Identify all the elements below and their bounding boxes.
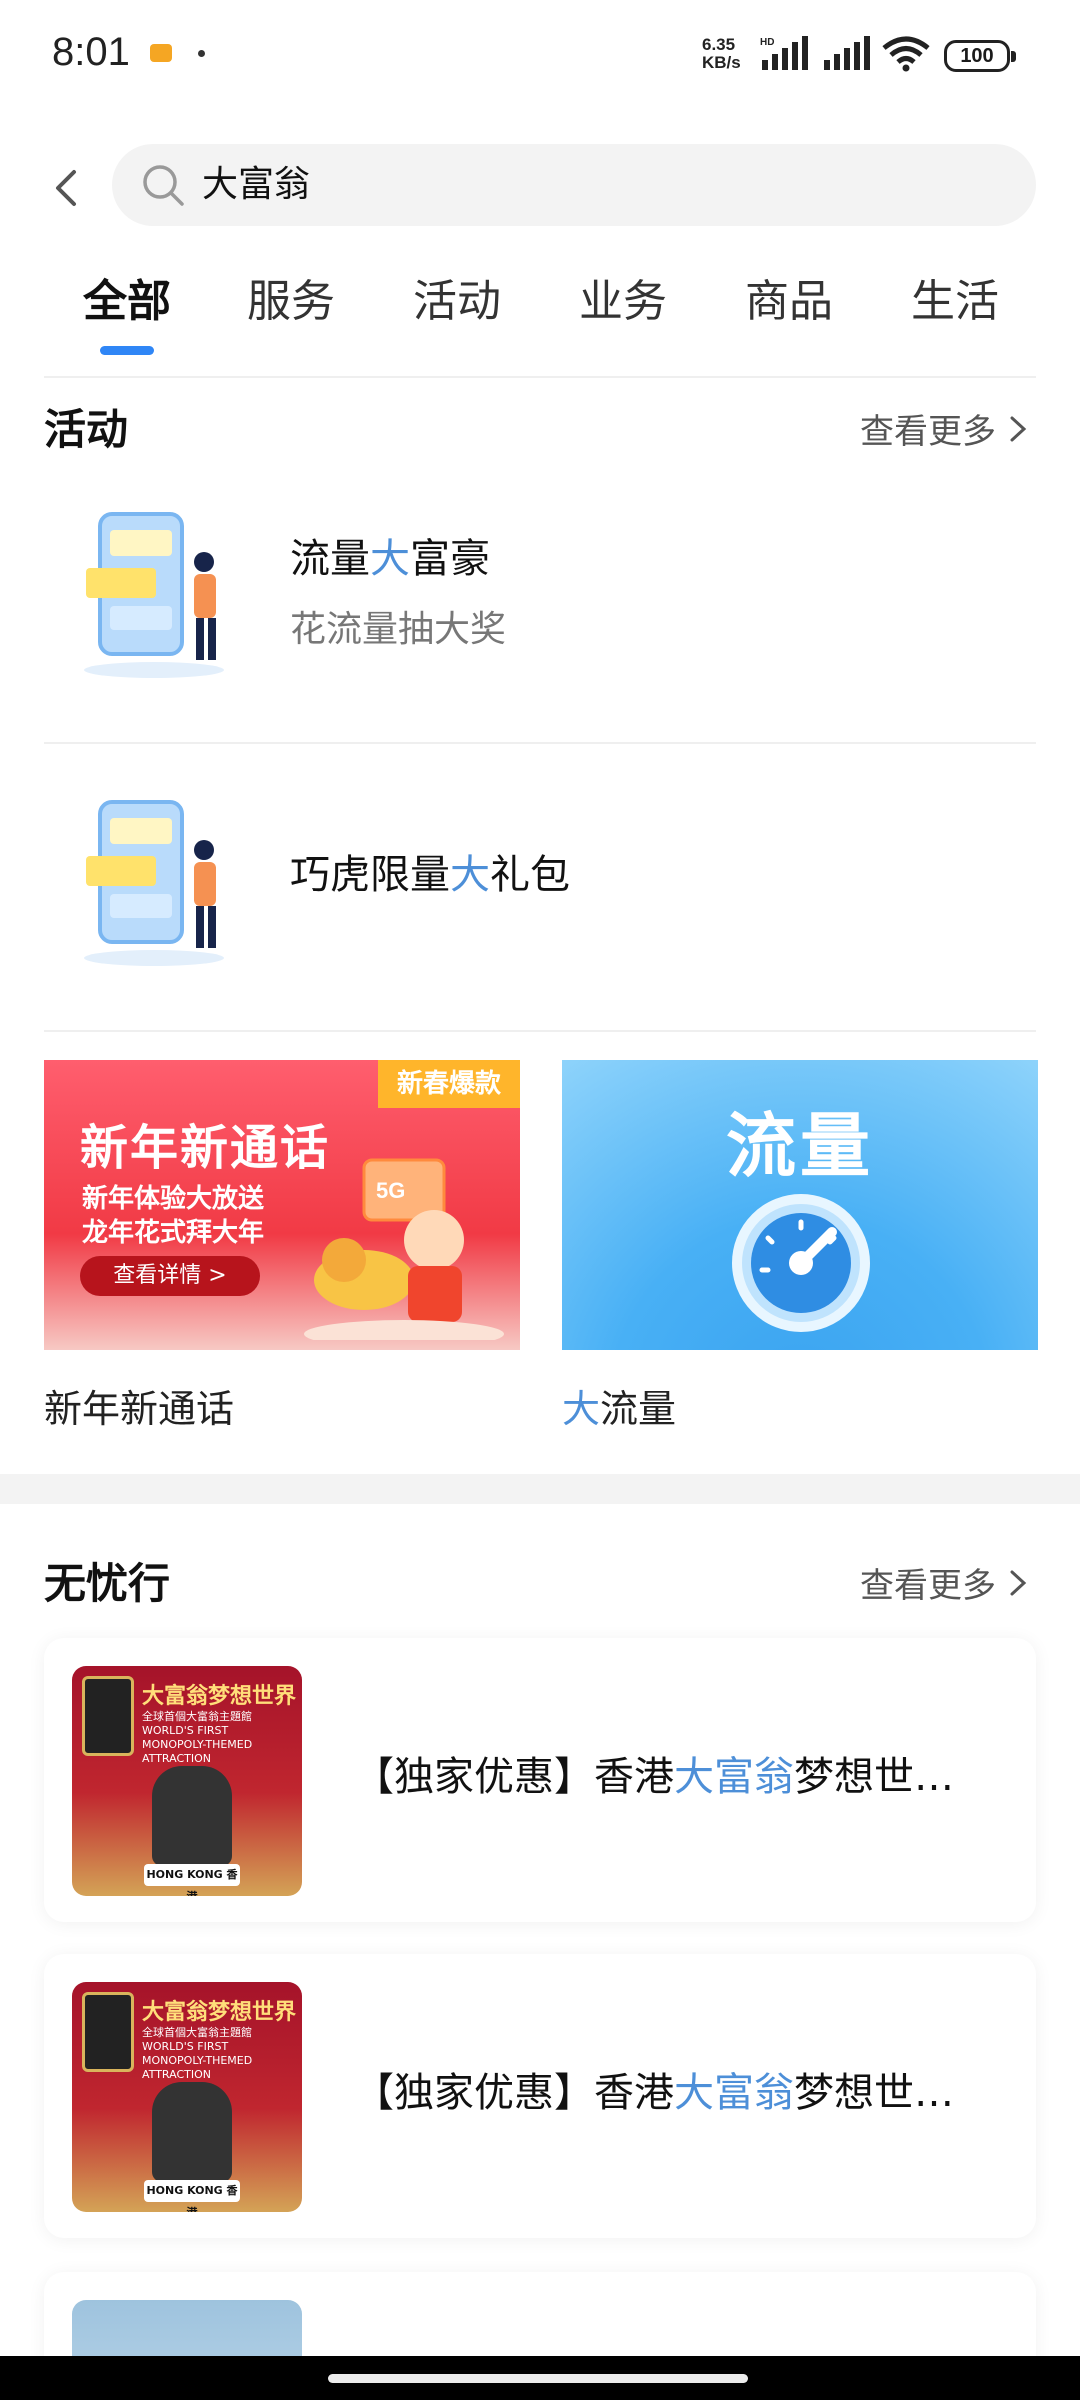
tab-all[interactable]: 全部	[72, 262, 182, 342]
thumb-title: 大富翁梦想世界	[142, 2000, 297, 2025]
thumb-sub-line: 全球首個大富翁主題館	[142, 1710, 252, 1723]
monopoly-logo-icon	[82, 1676, 134, 1756]
activity-subtitle: 花流量抽大奖	[290, 609, 507, 650]
svg-text:5G: 5G	[376, 1178, 405, 1203]
title-text: 巧虎限量	[290, 852, 450, 898]
thumb-sub-line: MONOPOLY-THEMED ATTRACTION	[142, 1738, 253, 1765]
caption-highlight: 大	[562, 1387, 601, 1431]
monopoly-thumbnail: 大富翁梦想世界 全球首個大富翁主題館 WORLD'S FIRST MONOPOLY-…	[72, 1666, 302, 1896]
title-text: 礼包	[490, 852, 570, 898]
title-text: 梦想世…	[794, 2070, 954, 2116]
monopoly-logo-icon	[82, 1992, 134, 2072]
active-tab-indicator	[100, 346, 154, 355]
monopoly-thumbnail: 大富翁梦想世界 全球首個大富翁主題館 WORLD'S FIRST MONOPOLY-…	[72, 1982, 302, 2212]
view-more-label: 查看更多	[860, 1566, 996, 1606]
banner-caption-new-year-call[interactable]: 新年新通话	[44, 1378, 234, 1433]
wifi-icon	[882, 36, 930, 72]
activity-item-traffic-rich[interactable]: 流量大富豪 花流量抽大奖	[44, 460, 1036, 746]
chevron-right-icon	[1010, 1570, 1027, 1595]
banner-headline: 新年新通话	[80, 1120, 331, 1176]
banner-traffic[interactable]: 流量	[562, 1060, 1038, 1350]
thumb-badge: HONG KONG 香港	[144, 1864, 240, 1896]
title-text: 【独家优惠】香港	[354, 2070, 674, 2116]
banner-line-2: 龙年花式拜大年	[82, 1218, 265, 1248]
battery-icon: 100	[944, 40, 1016, 72]
thumb-sub-line: WORLD'S FIRST	[142, 1724, 229, 1737]
tab-life[interactable]: 生活	[900, 262, 1010, 342]
product-title: 【独家优惠】香港大富翁梦想世…	[354, 2060, 954, 2118]
title-highlight: 大富翁	[674, 1754, 794, 1800]
phone-illustration-icon	[84, 800, 224, 966]
title-text: 梦想世…	[794, 1754, 954, 1800]
dragon-mascot-icon: 5G	[304, 1158, 504, 1340]
travel-view-more-link[interactable]: 查看更多	[860, 1558, 1030, 1607]
product-card-monopoly-1[interactable]: 大富翁梦想世界 全球首個大富翁主題館 WORLD'S FIRST MONOPOLY-…	[44, 1638, 1036, 1922]
banner-headline: 流量	[726, 1105, 874, 1187]
title-highlight: 大	[450, 852, 490, 898]
chevron-right-icon	[1010, 416, 1027, 441]
search-input[interactable]	[202, 144, 962, 226]
travel-section-title: 无忧行	[44, 1559, 171, 1608]
view-more-label: 查看更多	[860, 412, 996, 452]
hot-tag-badge: 新春爆款	[378, 1060, 520, 1108]
thumb-subtitle: 全球首個大富翁主題館 WORLD'S FIRST MONOPOLY-THEMED A…	[142, 1710, 302, 1766]
tabs-divider	[44, 376, 1036, 378]
activity-section-title: 活动	[44, 405, 129, 454]
notification-dot-icon	[198, 50, 205, 57]
title-text: 流量	[290, 536, 370, 582]
list-divider	[44, 742, 1036, 744]
network-speed-unit: KB/s	[702, 53, 741, 72]
network-speed: 6.35 KB/s	[702, 36, 741, 72]
signal-strength-icon: HD	[760, 36, 808, 70]
activity-item-qiaohu-gift[interactable]: 巧虎限量大礼包	[44, 748, 1036, 1034]
product-card-monopoly-2[interactable]: 大富翁梦想世界 全球首個大富翁主題館 WORLD'S FIRST MONOPOLY-…	[44, 1954, 1036, 2238]
tab-business[interactable]: 业务	[568, 262, 678, 342]
status-time: 8:01	[52, 30, 130, 74]
taobao-notification-icon	[150, 44, 172, 62]
banner-line-1: 新年体验大放送	[82, 1184, 265, 1214]
thumb-title: 大富翁梦想世界	[142, 1684, 297, 1709]
home-indicator[interactable]	[328, 2374, 748, 2383]
banner-new-year-call[interactable]: 新春爆款 新年新通话 新年体验大放送 龙年花式拜大年 查看详情 > 5G	[44, 1060, 520, 1350]
banner-caption-traffic[interactable]: 大流量	[562, 1378, 676, 1433]
caption-text: 流量	[600, 1387, 677, 1431]
tab-services[interactable]: 服务	[236, 262, 346, 342]
activity-view-more-link[interactable]: 查看更多	[860, 404, 1030, 453]
network-speed-value: 6.35	[702, 35, 736, 54]
list-divider	[44, 1030, 1036, 1032]
search-bar[interactable]	[112, 144, 1036, 226]
activity-title: 流量大富豪	[290, 526, 490, 584]
product-title: 【独家优惠】香港大富翁梦想世…	[354, 1744, 954, 1802]
thumb-sub-line: WORLD'S FIRST	[142, 2040, 229, 2053]
thumb-sub-line: 全球首個大富翁主題館	[142, 2026, 252, 2039]
title-text: 富豪	[410, 536, 490, 582]
banner-details-button[interactable]: 查看详情 >	[80, 1256, 260, 1296]
section-separator	[0, 1474, 1080, 1504]
category-tabs: 全部 服务 活动 业务 商品 生活	[0, 262, 1080, 362]
mr-monopoly-figure-icon	[152, 2082, 232, 2182]
activity-title: 巧虎限量大礼包	[290, 842, 570, 900]
phone-illustration-icon	[84, 512, 224, 678]
status-bar: 8:01 6.35 KB/s HD 100	[0, 0, 1080, 110]
thumb-badge: HONG KONG 香港	[144, 2180, 240, 2212]
tab-products[interactable]: 商品	[734, 262, 844, 342]
speedometer-icon	[732, 1194, 870, 1332]
mr-monopoly-figure-icon	[152, 1766, 232, 1866]
title-text: 【独家优惠】香港	[354, 1754, 674, 1800]
thumb-subtitle: 全球首個大富翁主題館 WORLD'S FIRST MONOPOLY-THEMED A…	[142, 2026, 302, 2082]
title-highlight: 大富翁	[674, 2070, 794, 2116]
tab-activities[interactable]: 活动	[402, 262, 512, 342]
search-icon	[143, 165, 184, 206]
signal-strength-icon-2	[824, 36, 870, 70]
back-button[interactable]	[40, 160, 96, 216]
svg-text:HD: HD	[760, 37, 774, 48]
title-highlight: 大	[370, 536, 410, 582]
thumb-sub-line: MONOPOLY-THEMED ATTRACTION	[142, 2054, 253, 2081]
